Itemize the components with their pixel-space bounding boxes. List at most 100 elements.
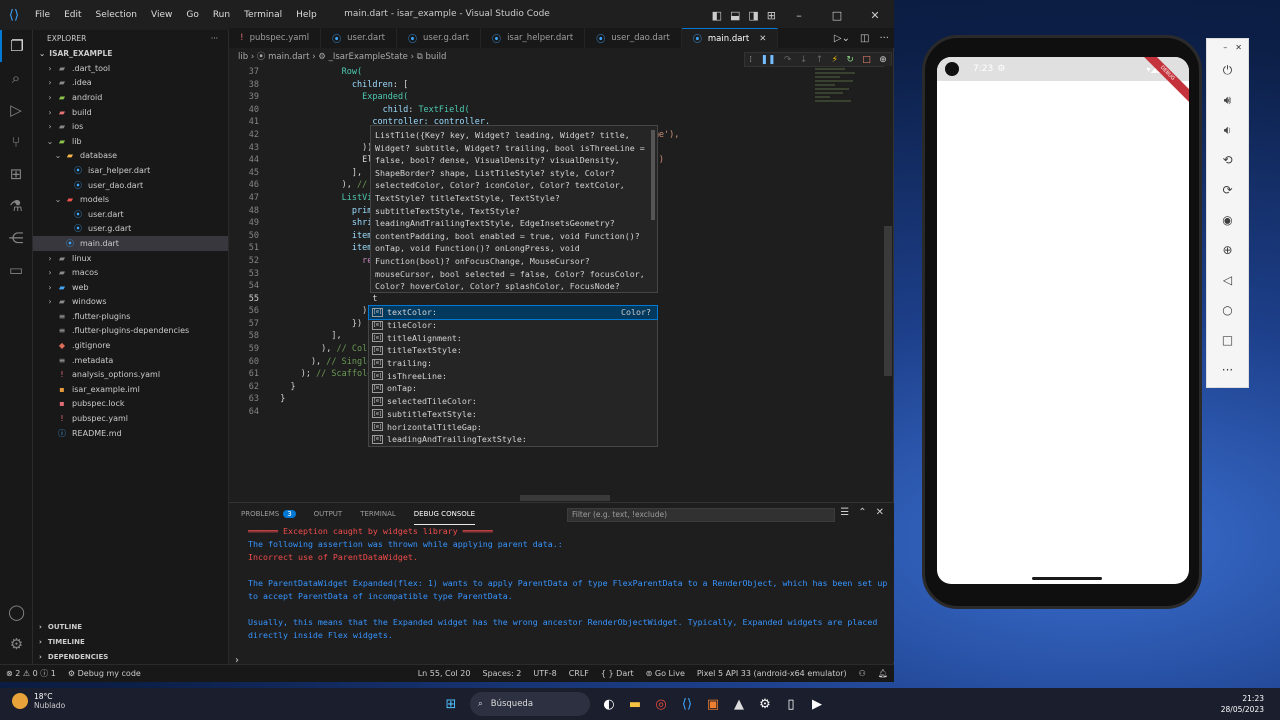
run-debug-icon[interactable]: ▷: [0, 94, 32, 126]
tree-item[interactable]: › ▰ .dart_tool: [33, 61, 228, 76]
menu-item[interactable]: Selection: [96, 10, 137, 20]
code-line[interactable]: Row(: [270, 66, 870, 79]
code-line[interactable]: Expanded(: [270, 91, 870, 104]
minimap[interactable]: [815, 66, 865, 126]
menu-item[interactable]: Go: [186, 10, 198, 20]
filter-input[interactable]: Filter (e.g. text, !exclude): [567, 508, 835, 522]
copilot-icon[interactable]: ◐: [596, 691, 622, 717]
split-editor-icon[interactable]: ◫: [860, 33, 869, 44]
notifications-icon[interactable]: 🔔︎: [878, 669, 888, 678]
tree-item[interactable]: ≡ .metadata: [33, 353, 228, 368]
tab-debug-console[interactable]: DEBUG CONSOLE: [413, 503, 476, 525]
system-clock[interactable]: 21:23 28/05/2023: [1221, 693, 1264, 715]
tab-terminal[interactable]: TERMINAL: [360, 503, 396, 525]
suggestion-item[interactable]: [e] titleTextStyle:: [369, 344, 657, 357]
close-panel-icon[interactable]: ✕: [876, 507, 884, 518]
vscode-taskbar-icon[interactable]: ⟨⟩: [674, 691, 700, 717]
screenshot-icon[interactable]: ◉: [1207, 205, 1248, 235]
zoom-icon[interactable]: ⊕: [1207, 235, 1248, 265]
explorer-icon[interactable]: ❐: [0, 30, 32, 62]
tree-item[interactable]: ⌄ ▰ models: [33, 192, 228, 207]
restart-icon[interactable]: ↻: [846, 55, 854, 65]
suggestion-item[interactable]: [e] isThreeLine:: [369, 369, 657, 382]
editor-tab[interactable]: ⦿ isar_helper.dart: [481, 28, 586, 48]
tree-item[interactable]: › ▰ macos: [33, 265, 228, 280]
feedback-icon[interactable]: ⚇: [859, 669, 866, 678]
step-over-icon[interactable]: ↷: [784, 55, 792, 65]
volume-up-icon[interactable]: 🔊︎: [1207, 85, 1248, 115]
start-icon[interactable]: ⊞: [438, 691, 464, 717]
maximize-button[interactable]: □: [822, 9, 852, 22]
more-options-icon[interactable]: ···: [1207, 355, 1248, 385]
tree-item[interactable]: › ▰ windows: [33, 295, 228, 310]
rotate-right-icon[interactable]: ⟳: [1207, 175, 1248, 205]
source-control-icon[interactable]: ⑂: [0, 126, 32, 158]
editor-scrollbar[interactable]: [884, 66, 892, 496]
pause-icon[interactable]: ❚❚: [760, 55, 775, 65]
tree-item[interactable]: ⦿ user.dart: [33, 207, 228, 222]
extensions-icon[interactable]: ⊞: [0, 158, 32, 190]
chrome-icon[interactable]: ◎: [648, 691, 674, 717]
toggle-secondary-sidebar-icon[interactable]: ◨: [748, 9, 758, 22]
toggle-sidebar-icon[interactable]: ◧: [712, 9, 722, 22]
minimize-emulator-icon[interactable]: –: [1223, 43, 1227, 52]
tree-item[interactable]: › ▰ .idea: [33, 76, 228, 91]
language-mode[interactable]: { } Dart: [601, 669, 634, 678]
tab-output[interactable]: OUTPUT: [314, 503, 343, 525]
tab-problems[interactable]: PROBLEMS 3: [241, 503, 296, 525]
account-icon[interactable]: ◯: [0, 596, 33, 628]
indent-spaces[interactable]: Spaces: 2: [482, 669, 521, 678]
menu-item[interactable]: Run: [213, 10, 230, 20]
suggestion-item[interactable]: [e] selectedTileColor:: [369, 395, 657, 408]
settings-app-icon[interactable]: ⚙: [752, 691, 778, 717]
tree-item[interactable]: ⌄ ▰ lib: [33, 134, 228, 149]
maximize-panel-icon[interactable]: ⌃: [858, 507, 866, 518]
menu-item[interactable]: Edit: [64, 10, 81, 20]
gesture-navigation-bar[interactable]: [1032, 577, 1102, 580]
back-icon[interactable]: ◁: [1207, 265, 1248, 295]
tree-item[interactable]: ! analysis_options.yaml: [33, 367, 228, 382]
menu-item[interactable]: Terminal: [244, 10, 282, 20]
step-into-icon[interactable]: ↓: [800, 55, 808, 65]
tree-item[interactable]: › ▰ linux: [33, 251, 228, 266]
tree-item[interactable]: ⓘ README.md: [33, 426, 228, 441]
tree-item[interactable]: ≡ .flutter-plugins: [33, 309, 228, 324]
stop-icon[interactable]: □: [862, 55, 871, 65]
suggestion-item[interactable]: [e] titleAlignment:: [369, 331, 657, 344]
suggestion-item[interactable]: [e] tileColor:: [369, 319, 657, 332]
suggestion-item[interactable]: [e] horizontalTitleGap:: [369, 420, 657, 433]
breadcrumb[interactable]: lib › ⦿ main.dart › ⚙ _IsarExampleState …: [238, 50, 446, 62]
tree-item[interactable]: › ▰ ios: [33, 119, 228, 134]
power-icon[interactable]: ⏻: [1207, 55, 1248, 85]
minimize-button[interactable]: –: [784, 9, 814, 22]
close-tab-icon[interactable]: ✕: [759, 34, 766, 44]
menu-item[interactable]: Help: [296, 10, 317, 20]
menu-item[interactable]: View: [151, 10, 172, 20]
emulator-app-icon[interactable]: ▯: [778, 691, 804, 717]
code-line[interactable]: child: TextField(: [270, 104, 870, 117]
flutter-inspector-icon[interactable]: ⊕: [879, 55, 887, 65]
media-player-icon[interactable]: ▶: [804, 691, 830, 717]
sidebar-section[interactable]: › TIMELINE: [33, 634, 229, 649]
tree-item[interactable]: ▪ isar_example.iml: [33, 382, 228, 397]
tree-item[interactable]: ⦿ main.dart: [33, 236, 228, 251]
toggle-panel-icon[interactable]: ⬓: [730, 9, 740, 22]
suggestion-item[interactable]: [e] onTap:: [369, 382, 657, 395]
tree-item[interactable]: ⦿ user.g.dart: [33, 222, 228, 237]
suggestion-item[interactable]: [e] textColor: Color?: [368, 305, 658, 320]
device-selector[interactable]: Pixel 5 API 33 (android-x64 emulator): [697, 669, 847, 678]
editor-tab[interactable]: ⦿ main.dart ✕: [681, 28, 779, 48]
android-studio-icon[interactable]: ▲: [726, 691, 752, 717]
suggestion-item[interactable]: [e] leadingAndTrailingTextStyle:: [369, 433, 657, 446]
project-root[interactable]: ⌄ ISAR_EXAMPLE: [33, 45, 228, 61]
file-explorer-icon[interactable]: ▬: [622, 691, 648, 717]
more-actions-icon[interactable]: ···: [211, 34, 218, 43]
cursor-position[interactable]: Ln 55, Col 20: [418, 669, 471, 678]
tree-item[interactable]: › ▰ android: [33, 90, 228, 105]
suggestion-item[interactable]: [e] subtitleTextStyle:: [369, 408, 657, 421]
weather-widget[interactable]: 18°C Nublado: [12, 692, 65, 710]
terminal-icon[interactable]: ▭: [0, 254, 32, 286]
hover-scrollbar[interactable]: [651, 130, 655, 220]
step-out-icon[interactable]: ↑: [816, 55, 824, 65]
suggestion-item[interactable]: [e] trailing:: [369, 357, 657, 370]
